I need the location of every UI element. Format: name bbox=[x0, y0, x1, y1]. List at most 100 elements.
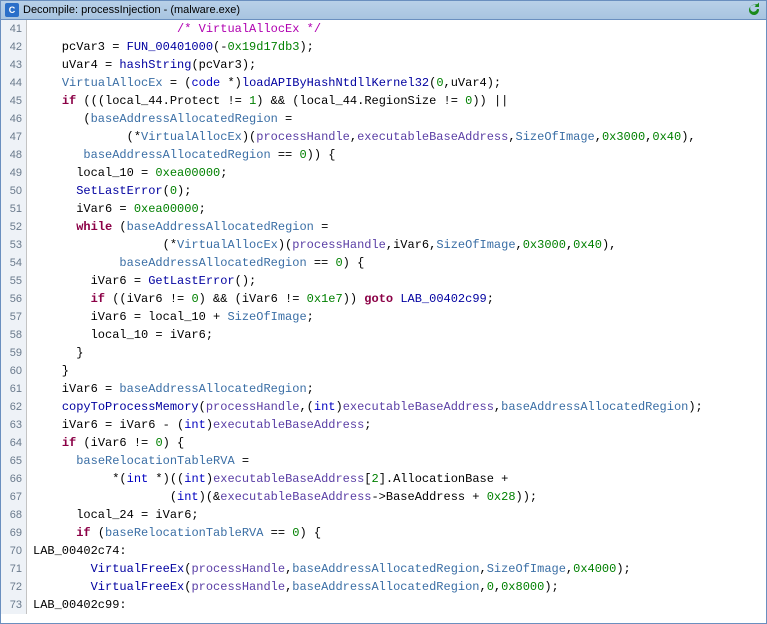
line-number: 54 bbox=[1, 254, 27, 272]
code-text[interactable]: /* VirtualAllocEx */ bbox=[27, 20, 766, 38]
code-text[interactable]: iVar6 = baseAddressAllocatedRegion; bbox=[27, 380, 766, 398]
line-number: 57 bbox=[1, 308, 27, 326]
code-text[interactable]: uVar4 = hashString(pcVar3); bbox=[27, 56, 766, 74]
code-line[interactable]: 68 local_24 = iVar6; bbox=[1, 506, 766, 524]
code-line[interactable]: 56 if ((iVar6 != 0) && (iVar6 != 0x1e7))… bbox=[1, 290, 766, 308]
code-text[interactable]: while (baseAddressAllocatedRegion = bbox=[27, 218, 766, 236]
line-number: 59 bbox=[1, 344, 27, 362]
code-text[interactable]: iVar6 = 0xea00000; bbox=[27, 200, 766, 218]
line-number: 60 bbox=[1, 362, 27, 380]
code-line[interactable]: 55 iVar6 = GetLastError(); bbox=[1, 272, 766, 290]
code-line[interactable]: 53 (*VirtualAllocEx)(processHandle,iVar6… bbox=[1, 236, 766, 254]
code-line[interactable]: 57 iVar6 = local_10 + SizeOfImage; bbox=[1, 308, 766, 326]
code-text[interactable]: if (baseRelocationTableRVA == 0) { bbox=[27, 524, 766, 542]
line-number: 73 bbox=[1, 596, 27, 614]
line-number: 62 bbox=[1, 398, 27, 416]
code-line[interactable]: 58 local_10 = iVar6; bbox=[1, 326, 766, 344]
line-number: 42 bbox=[1, 38, 27, 56]
code-line[interactable]: 45 if (((local_44.Protect != 1) && (loca… bbox=[1, 92, 766, 110]
code-text[interactable]: } bbox=[27, 362, 766, 380]
code-text[interactable]: if (((local_44.Protect != 1) && (local_4… bbox=[27, 92, 766, 110]
code-line[interactable]: 49 local_10 = 0xea00000; bbox=[1, 164, 766, 182]
line-number: 70 bbox=[1, 542, 27, 560]
line-number: 65 bbox=[1, 452, 27, 470]
line-number: 63 bbox=[1, 416, 27, 434]
line-number: 44 bbox=[1, 74, 27, 92]
code-line[interactable]: 43 uVar4 = hashString(pcVar3); bbox=[1, 56, 766, 74]
line-number: 71 bbox=[1, 560, 27, 578]
line-number: 56 bbox=[1, 290, 27, 308]
code-text[interactable]: SetLastError(0); bbox=[27, 182, 766, 200]
code-line[interactable]: 67 (int)(&executableBaseAddress->BaseAdd… bbox=[1, 488, 766, 506]
code-area[interactable]: 41 /* VirtualAllocEx */42 pcVar3 = FUN_0… bbox=[0, 20, 767, 624]
line-number: 58 bbox=[1, 326, 27, 344]
code-text[interactable]: pcVar3 = FUN_00401000(-0x19d17db3); bbox=[27, 38, 766, 56]
line-number: 72 bbox=[1, 578, 27, 596]
code-line[interactable]: 62 copyToProcessMemory(processHandle,(in… bbox=[1, 398, 766, 416]
line-number: 41 bbox=[1, 20, 27, 38]
code-text[interactable]: (int)(&executableBaseAddress->BaseAddres… bbox=[27, 488, 766, 506]
code-text[interactable]: local_10 = iVar6; bbox=[27, 326, 766, 344]
code-line[interactable]: 70LAB_00402c74: bbox=[1, 542, 766, 560]
code-line[interactable]: 47 (*VirtualAllocEx)(processHandle,execu… bbox=[1, 128, 766, 146]
code-line[interactable]: 51 iVar6 = 0xea00000; bbox=[1, 200, 766, 218]
title-bar[interactable]: C Decompile: processInjection - (malware… bbox=[0, 0, 767, 20]
code-text[interactable]: VirtualFreeEx(processHandle,baseAddressA… bbox=[27, 560, 766, 578]
code-text[interactable]: baseAddressAllocatedRegion == 0) { bbox=[27, 254, 766, 272]
code-text[interactable]: VirtualFreeEx(processHandle,baseAddressA… bbox=[27, 578, 766, 596]
line-number: 52 bbox=[1, 218, 27, 236]
code-line[interactable]: 60 } bbox=[1, 362, 766, 380]
code-line[interactable]: 71 VirtualFreeEx(processHandle,baseAddre… bbox=[1, 560, 766, 578]
line-number: 67 bbox=[1, 488, 27, 506]
line-number: 68 bbox=[1, 506, 27, 524]
line-number: 64 bbox=[1, 434, 27, 452]
code-text[interactable]: iVar6 = local_10 + SizeOfImage; bbox=[27, 308, 766, 326]
code-text[interactable]: LAB_00402c74: bbox=[27, 542, 766, 560]
code-text[interactable]: (*VirtualAllocEx)(processHandle,executab… bbox=[27, 128, 766, 146]
code-text[interactable]: if (iVar6 != 0) { bbox=[27, 434, 766, 452]
code-text[interactable]: VirtualAllocEx = (code *)loadAPIByHashNt… bbox=[27, 74, 766, 92]
code-line[interactable]: 59 } bbox=[1, 344, 766, 362]
code-line[interactable]: 48 baseAddressAllocatedRegion == 0)) { bbox=[1, 146, 766, 164]
code-line[interactable]: 65 baseRelocationTableRVA = bbox=[1, 452, 766, 470]
code-line[interactable]: 72 VirtualFreeEx(processHandle,baseAddre… bbox=[1, 578, 766, 596]
code-line[interactable]: 69 if (baseRelocationTableRVA == 0) { bbox=[1, 524, 766, 542]
line-number: 66 bbox=[1, 470, 27, 488]
code-line[interactable]: 50 SetLastError(0); bbox=[1, 182, 766, 200]
code-text[interactable]: iVar6 = iVar6 - (int)executableBaseAddre… bbox=[27, 416, 766, 434]
code-line[interactable]: 64 if (iVar6 != 0) { bbox=[1, 434, 766, 452]
refresh-icon[interactable] bbox=[746, 2, 762, 18]
code-text[interactable]: copyToProcessMemory(processHandle,(int)e… bbox=[27, 398, 766, 416]
code-line[interactable]: 63 iVar6 = iVar6 - (int)executableBaseAd… bbox=[1, 416, 766, 434]
code-line[interactable]: 41 /* VirtualAllocEx */ bbox=[1, 20, 766, 38]
code-line[interactable]: 52 while (baseAddressAllocatedRegion = bbox=[1, 218, 766, 236]
code-text[interactable]: if ((iVar6 != 0) && (iVar6 != 0x1e7)) go… bbox=[27, 290, 766, 308]
line-number: 51 bbox=[1, 200, 27, 218]
code-text[interactable]: baseAddressAllocatedRegion == 0)) { bbox=[27, 146, 766, 164]
code-line[interactable]: 44 VirtualAllocEx = (code *)loadAPIByHas… bbox=[1, 74, 766, 92]
line-number: 47 bbox=[1, 128, 27, 146]
line-number: 53 bbox=[1, 236, 27, 254]
code-text[interactable]: iVar6 = GetLastError(); bbox=[27, 272, 766, 290]
code-text[interactable]: local_24 = iVar6; bbox=[27, 506, 766, 524]
code-line[interactable]: 46 (baseAddressAllocatedRegion = bbox=[1, 110, 766, 128]
code-text[interactable]: } bbox=[27, 344, 766, 362]
code-text[interactable]: baseRelocationTableRVA = bbox=[27, 452, 766, 470]
code-line[interactable]: 42 pcVar3 = FUN_00401000(-0x19d17db3); bbox=[1, 38, 766, 56]
code-line[interactable]: 61 iVar6 = baseAddressAllocatedRegion; bbox=[1, 380, 766, 398]
line-number: 46 bbox=[1, 110, 27, 128]
code-text[interactable]: *(int *)((int)executableBaseAddress[2].A… bbox=[27, 470, 766, 488]
code-text[interactable]: (*VirtualAllocEx)(processHandle,iVar6,Si… bbox=[27, 236, 766, 254]
code-line[interactable]: 54 baseAddressAllocatedRegion == 0) { bbox=[1, 254, 766, 272]
code-text[interactable]: LAB_00402c99: bbox=[27, 596, 766, 614]
window-title: Decompile: processInjection - (malware.e… bbox=[23, 4, 746, 16]
line-number: 45 bbox=[1, 92, 27, 110]
code-text[interactable]: (baseAddressAllocatedRegion = bbox=[27, 110, 766, 128]
line-number: 61 bbox=[1, 380, 27, 398]
code-line[interactable]: 66 *(int *)((int)executableBaseAddress[2… bbox=[1, 470, 766, 488]
line-number: 49 bbox=[1, 164, 27, 182]
app-icon: C bbox=[5, 3, 19, 17]
code-text[interactable]: local_10 = 0xea00000; bbox=[27, 164, 766, 182]
code-line[interactable]: 73LAB_00402c99: bbox=[1, 596, 766, 614]
line-number: 69 bbox=[1, 524, 27, 542]
